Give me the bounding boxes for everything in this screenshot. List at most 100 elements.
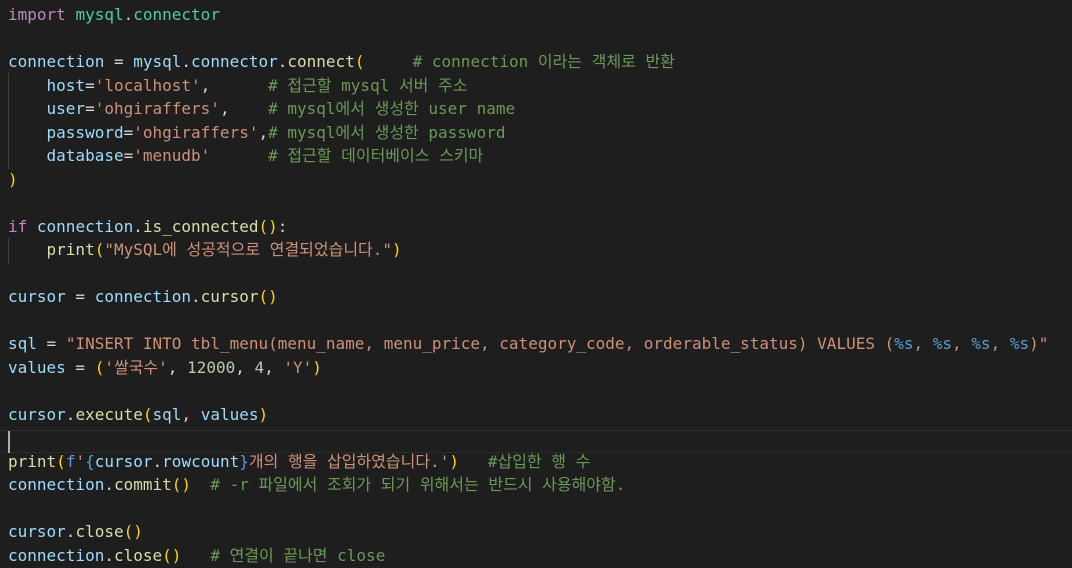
code-token: = [65,357,95,377]
code-token: . [277,52,288,71]
code-token: host [46,75,86,95]
code-line[interactable]: password='ohgiraffers',# mysql에서 생성한 pas… [8,121,506,145]
code-line[interactable]: sql = "INSERT INTO tbl_menu(menu_name, m… [8,332,1048,356]
code-token: 개의 행을 삽입하였습니다.' [248,451,450,471]
code-line[interactable]: user='ohgiraffers', # mysql에서 생성한 user n… [8,97,516,121]
code-token: } [239,451,249,471]
code-token: ( [142,404,153,424]
code-token: if [8,216,28,236]
code-token: , [952,334,972,353]
code-token: , [200,75,269,95]
code-line[interactable]: cursor = connection.cursor() [8,285,278,309]
code-token: ) [392,240,402,259]
code-token: # 접근할 mysql 서버 주소 [268,75,468,95]
code-token: database [46,146,124,165]
code-token: connector [133,5,220,24]
code-token: ) [8,169,18,189]
code-token: () [258,287,278,306]
code-line[interactable]: connection.commit() # -r 파일에서 조회가 되기 위해서… [8,473,625,497]
code-token: . [65,522,76,541]
code-token: cursor [8,404,66,424]
code-token: . [123,5,134,24]
code-token: . [65,404,76,424]
code-token: "MySQL에 성공적으로 연결되었습니다." [104,240,393,259]
code-token: , [264,357,284,377]
code-token: 'localhost' [94,75,201,95]
code-token: sql [152,404,182,424]
code-token: : [277,216,288,236]
code-token: = [104,52,134,71]
code-token: , [258,122,269,142]
code-token: 'ohgiraffers' [133,122,259,142]
code-line[interactable]: if connection.is_connected(): [8,215,287,239]
code-token: , [235,357,255,377]
code-token: () [258,216,278,236]
code-token: 'menudb' [133,146,211,165]
code-token: f [65,451,76,471]
code-token: mysql [133,52,182,71]
code-token: ( [94,357,105,377]
code-token: # mysql에서 생성한 password [268,122,506,142]
code-line[interactable]: values = ('쌀국수', 12000, 4, 'Y') [8,356,322,380]
code-token: %s [894,334,914,353]
code-line[interactable]: cursor.close() [8,520,143,544]
code-token: mysql [75,5,124,24]
code-line[interactable]: ) [8,168,18,192]
code-token: ) [449,451,459,471]
code-line[interactable]: print(f'{cursor.rowcount}개의 행을 삽입하였습니다.'… [8,450,590,474]
code-token: = [123,122,134,142]
code-token: "INSERT INTO tbl_menu(menu_name, menu_pr… [65,334,895,353]
code-token: # connection 이라는 객체로 반환 [412,52,675,71]
code-token: cursor [94,451,153,471]
code-token: password [46,122,124,142]
code-token: print [46,240,95,259]
code-line[interactable]: connection.close() # 연결이 끝나면 close [8,544,385,568]
code-token: 'ohgiraffers' [94,99,220,118]
code-line[interactable]: import mysql.connector [8,3,220,27]
code-token: cursor [200,287,259,306]
code-line[interactable]: print("MySQL에 성공적으로 연결되었습니다.") [8,238,402,262]
code-token: # 접근할 데이터베이스 스키마 [268,146,484,165]
code-token: , [913,334,933,353]
code-token: = [85,99,95,118]
code-token: cursor [8,287,66,306]
code-token: user [46,99,86,118]
code-token: connect [287,52,355,71]
code-line[interactable]: database='menudb' # 접근할 데이터베이스 스키마 [8,144,484,168]
code-token: connection [36,216,134,236]
code-token: () [171,475,192,494]
code-token: connection [8,545,105,565]
code-line[interactable]: connection = mysql.connector.connect( # … [8,50,675,74]
code-token: close [75,522,124,541]
code-line[interactable]: host='localhost', # 접근할 mysql 서버 주소 [8,74,468,98]
code-token: , [167,357,188,377]
code-token: ' [75,451,86,471]
code-token: connection [8,52,105,71]
code-token: #삽입한 행 수 [487,451,591,471]
code-token: connection [94,287,192,306]
code-token: . [133,216,143,236]
code-token: sql [8,334,37,353]
code-token: print [8,451,57,471]
code-token: '쌀국수' [104,357,168,377]
code-editor[interactable]: import mysql.connector connection = mysql… [0,0,1072,568]
code-token: # 연결이 끝나면 close [210,545,386,565]
code-token: ) [312,357,322,377]
code-token: = [123,146,134,165]
code-token: is_connected [142,216,259,236]
code-line[interactable]: cursor.execute(sql, values) [8,403,268,427]
code-token: . [181,52,192,71]
code-token: connector [191,52,278,71]
code-token: # -r 파일에서 조회가 되기 위해서는 반드시 사용해야함. [210,475,626,494]
